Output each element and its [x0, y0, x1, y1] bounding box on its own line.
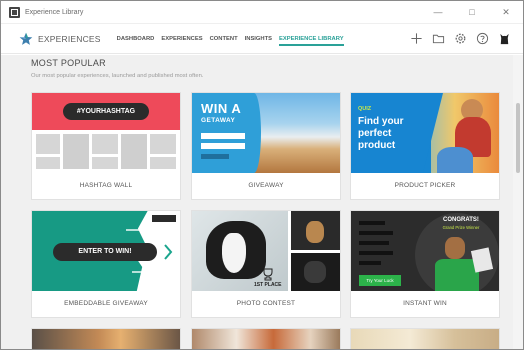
card-row3-first[interactable]	[32, 329, 180, 349]
folder-icon[interactable]	[432, 32, 445, 45]
nav-experience-library[interactable]: EXPERIENCE LIBRARY	[279, 24, 344, 54]
app-window: Experience Library — □ ✕ EXPERIENCES DAS…	[0, 0, 524, 350]
giveaway-thumbnail: WIN A GETAWAY	[192, 93, 340, 173]
window-controls: — □ ✕	[421, 1, 523, 24]
card-embeddable-giveaway[interactable]: ENTER TO WIN! EMBEDDABLE GIVEAWAY	[32, 211, 180, 317]
hashtag-wall-thumbnail: #YOURHASHTAG	[32, 93, 180, 173]
logo-star-icon[interactable]	[19, 32, 33, 46]
section-title: MOST POPULAR	[31, 58, 106, 68]
grand-prize-text: Grand Prize Winner	[442, 225, 480, 230]
top-navigation: EXPERIENCES DASHBOARD EXPERIENCES CONTEN…	[1, 24, 523, 54]
library-content: MOST POPULAR Our most popular experience…	[1, 55, 515, 349]
quiz-tag: QUIZ	[358, 106, 372, 112]
chevron-right-icon	[164, 244, 173, 260]
brand-name[interactable]: EXPERIENCES	[38, 34, 101, 44]
hashtag-pill: #YOURHASHTAG	[63, 103, 149, 120]
card-thumbnail-partial	[32, 329, 180, 349]
avatar-icon[interactable]	[498, 32, 511, 45]
headline-line: Find your	[358, 116, 404, 127]
headline-line: product	[358, 140, 396, 151]
product-picker-headline: Find your perfect product	[358, 116, 404, 152]
card-thumbnail-partial	[192, 329, 340, 349]
title-bar: Experience Library — □ ✕	[1, 1, 523, 24]
photo-contest-thumbnail: 1ST PLACE	[192, 211, 340, 291]
vertical-scrollbar[interactable]	[513, 55, 523, 349]
trophy-icon	[263, 268, 273, 281]
card-label: HASHTAG WALL	[79, 182, 133, 189]
giveaway-subheadline: GETAWAY	[201, 117, 236, 124]
help-icon[interactable]	[476, 32, 489, 45]
card-hashtag-wall[interactable]: #YOURHASHTAG HASHTAG WALL	[32, 93, 180, 199]
try-your-luck-button: Try Your Luck	[359, 275, 401, 286]
nav-dashboard[interactable]: DASHBOARD	[117, 24, 155, 54]
plus-icon[interactable]	[410, 32, 423, 45]
instant-win-thumbnail: Try Your Luck CONGRATS! Grand Prize Winn…	[351, 211, 499, 291]
card-label: EMBEDDABLE GIVEAWAY	[64, 300, 148, 307]
card-label: PRODUCT PICKER	[394, 182, 456, 189]
enter-to-win-pill: ENTER TO WIN!	[53, 243, 157, 261]
congrats-text: CONGRATS!	[443, 217, 479, 223]
app-icon	[9, 6, 20, 18]
card-thumbnail-partial	[351, 329, 499, 349]
maximize-button[interactable]: □	[455, 1, 489, 24]
card-product-picker[interactable]: QUIZ Find your perfect product PRODUCT P…	[351, 93, 499, 199]
first-place-text: 1ST PLACE	[254, 282, 282, 288]
card-giveaway[interactable]: WIN A GETAWAY GIVEAWAY	[192, 93, 340, 199]
product-picker-thumbnail: QUIZ Find your perfect product	[351, 93, 499, 173]
scrollbar-thumb[interactable]	[516, 103, 520, 173]
window-title: Experience Library	[25, 8, 84, 16]
gear-icon[interactable]	[454, 32, 467, 45]
nav-icon-group	[401, 32, 511, 45]
close-button[interactable]: ✕	[489, 1, 523, 24]
embeddable-giveaway-thumbnail: ENTER TO WIN!	[32, 211, 180, 291]
headline-line: perfect	[358, 128, 392, 139]
nav-experiences[interactable]: EXPERIENCES	[161, 24, 202, 54]
giveaway-headline: WIN A	[201, 101, 242, 116]
card-label: GIVEAWAY	[248, 182, 284, 189]
card-label: PHOTO CONTEST	[236, 300, 296, 307]
nav-content[interactable]: CONTENT	[210, 24, 238, 54]
card-row3-third[interactable]	[351, 329, 499, 349]
card-label: INSTANT WIN	[403, 300, 447, 307]
card-photo-contest[interactable]: 1ST PLACE PHOTO CONTEST	[192, 211, 340, 317]
card-row3-second[interactable]	[192, 329, 340, 349]
nav-insights[interactable]: INSIGHTS	[245, 24, 272, 54]
section-subtitle: Our most popular experiences, launched a…	[31, 73, 204, 79]
card-instant-win[interactable]: Try Your Luck CONGRATS! Grand Prize Winn…	[351, 211, 499, 317]
minimize-button[interactable]: —	[421, 1, 455, 24]
